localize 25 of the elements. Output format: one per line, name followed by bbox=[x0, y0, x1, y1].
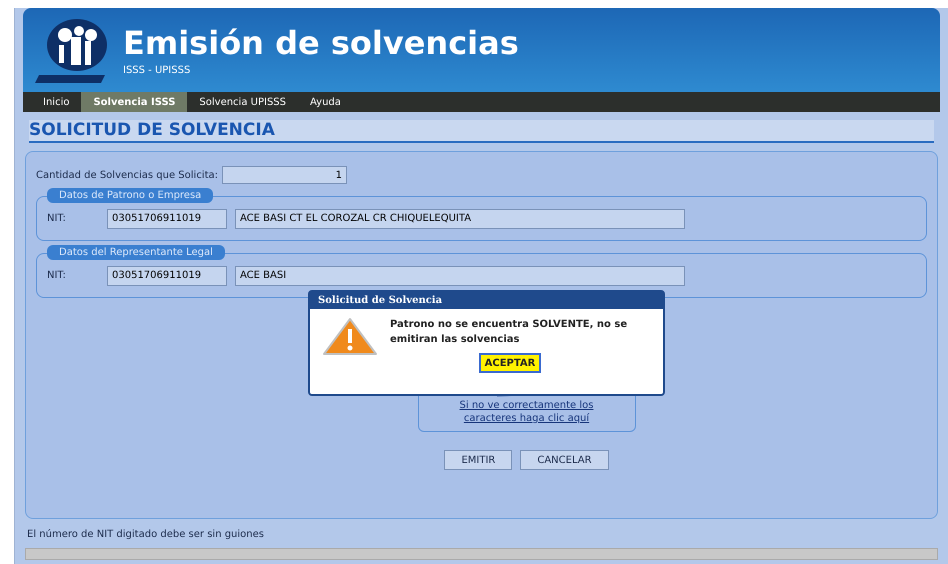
dialog-title: Solicitud de Solvencia bbox=[310, 292, 663, 309]
footer-note: El número de NIT digitado debe ser sin guiones bbox=[27, 528, 265, 542]
dialog-message: Patrono no se encuentra SOLVENTE, no se emitiran las solvencias bbox=[390, 318, 628, 347]
nav-tab[interactable]: Solvencia ISSS bbox=[81, 92, 188, 112]
form-button[interactable]: CANCELAR bbox=[520, 450, 609, 470]
name-field[interactable]: ACE BASI CT EL COROZAL CR CHIQUELEQUITA bbox=[235, 208, 685, 229]
name-field[interactable]: ACE BASI bbox=[235, 266, 685, 286]
app-title: Emisión de solvencias bbox=[123, 22, 519, 62]
quantity-field[interactable]: 1 bbox=[222, 166, 348, 184]
fieldset-legend: Datos del Representante Legal bbox=[47, 245, 225, 260]
warning-icon bbox=[322, 317, 378, 357]
page-heading: SOLICITUD DE SOLVENCIA bbox=[29, 120, 934, 144]
nav-tab[interactable]: Inicio bbox=[31, 92, 82, 112]
quantity-label: Cantidad de Solvencias que Solicita: bbox=[36, 168, 218, 183]
nit-field[interactable]: 03051706911019 bbox=[107, 266, 227, 286]
nav-tab[interactable]: Solvencia UPISSS bbox=[187, 92, 298, 112]
nit-field[interactable]: 03051706911019 bbox=[107, 208, 227, 229]
accept-button[interactable]: ACEPTAR bbox=[478, 353, 542, 373]
form-button[interactable]: EMITIR bbox=[444, 450, 512, 470]
nit-label: NIT: bbox=[47, 212, 67, 226]
fieldset-legend: Datos de Patrono o Empresa bbox=[47, 188, 214, 204]
nit-label: NIT: bbox=[47, 269, 67, 284]
app-subtitle: ISSS - UPISSS bbox=[123, 64, 192, 78]
captcha-link[interactable]: Si no ve correctamente los caracteres haga clic aquí bbox=[442, 400, 612, 426]
nav-tab[interactable]: Ayuda bbox=[298, 92, 353, 112]
